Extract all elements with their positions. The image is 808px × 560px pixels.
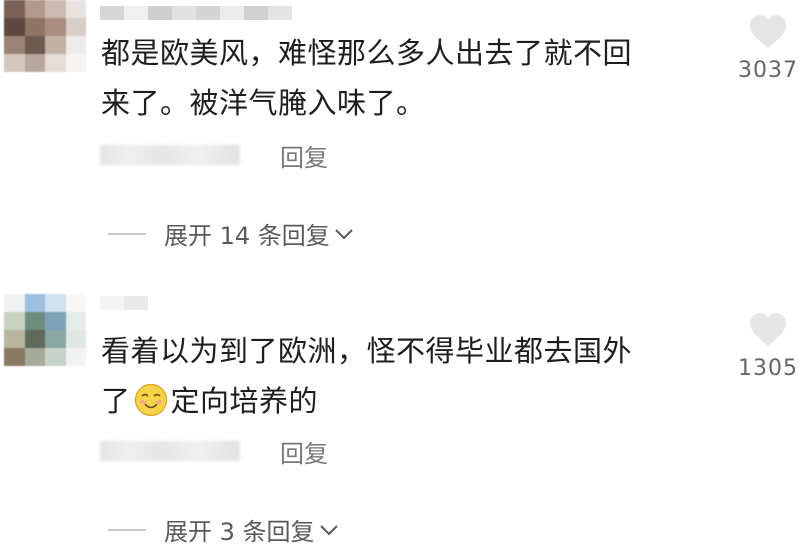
username-blurred[interactable] xyxy=(100,6,292,20)
comment-text-line: 了 定向培养的 xyxy=(101,376,711,426)
comment-text-line: 都是欧美风，难怪那么多人出去了就不回 xyxy=(101,36,633,70)
like-button[interactable]: 1305 xyxy=(728,312,808,381)
chevron-down-icon xyxy=(319,524,338,535)
comment-text: 看着以为到了欧洲，怪不得毕业都去国外 了 定向培养的 xyxy=(101,326,711,426)
expand-replies-button[interactable]: 展开 3 条回复 xyxy=(108,512,339,547)
divider-dash xyxy=(108,232,146,235)
like-count: 1305 xyxy=(738,356,798,381)
comment-item: 看着以为到了欧洲，怪不得毕业都去国外 了 定向培养的 1305 回复 展开 3 … xyxy=(0,286,808,560)
smiley-emoji xyxy=(134,383,167,417)
comment-text: 都是欧美风，难怪那么多人出去了就不回 来了。被洋气腌入味了。 xyxy=(101,28,711,128)
chevron-down-icon xyxy=(335,228,353,239)
comment-meta: 回复 xyxy=(100,142,328,172)
avatar[interactable] xyxy=(4,294,86,366)
comment-text-segment: 了 xyxy=(101,384,131,418)
comment-item: 都是欧美风，难怪那么多人出去了就不回 来了。被洋气腌入味了。 3037 回复 展… xyxy=(0,0,808,272)
reply-button[interactable]: 回复 xyxy=(280,138,328,173)
avatar[interactable] xyxy=(4,0,86,72)
expand-replies-label: 展开 14 条回复 xyxy=(164,222,330,250)
comment-text-segment: 定向培养的 xyxy=(170,384,319,418)
comment-text-line: 来了。被洋气腌入味了。 xyxy=(101,86,426,120)
date-blurred xyxy=(100,145,240,165)
comment-text-line: 看着以为到了欧洲，怪不得毕业都去国外 xyxy=(101,334,633,368)
expand-replies-button[interactable]: 展开 14 条回复 xyxy=(108,216,354,251)
reply-button[interactable]: 回复 xyxy=(280,434,328,469)
date-blurred xyxy=(100,441,240,461)
username-blurred[interactable] xyxy=(100,296,148,310)
like-count: 3037 xyxy=(738,58,798,83)
comment-meta: 回复 xyxy=(100,438,328,468)
expand-replies-label: 展开 3 条回复 xyxy=(164,518,315,546)
heart-icon[interactable] xyxy=(748,312,788,348)
like-button[interactable]: 3037 xyxy=(728,14,808,83)
heart-icon[interactable] xyxy=(748,14,788,50)
divider-dash xyxy=(108,528,146,531)
